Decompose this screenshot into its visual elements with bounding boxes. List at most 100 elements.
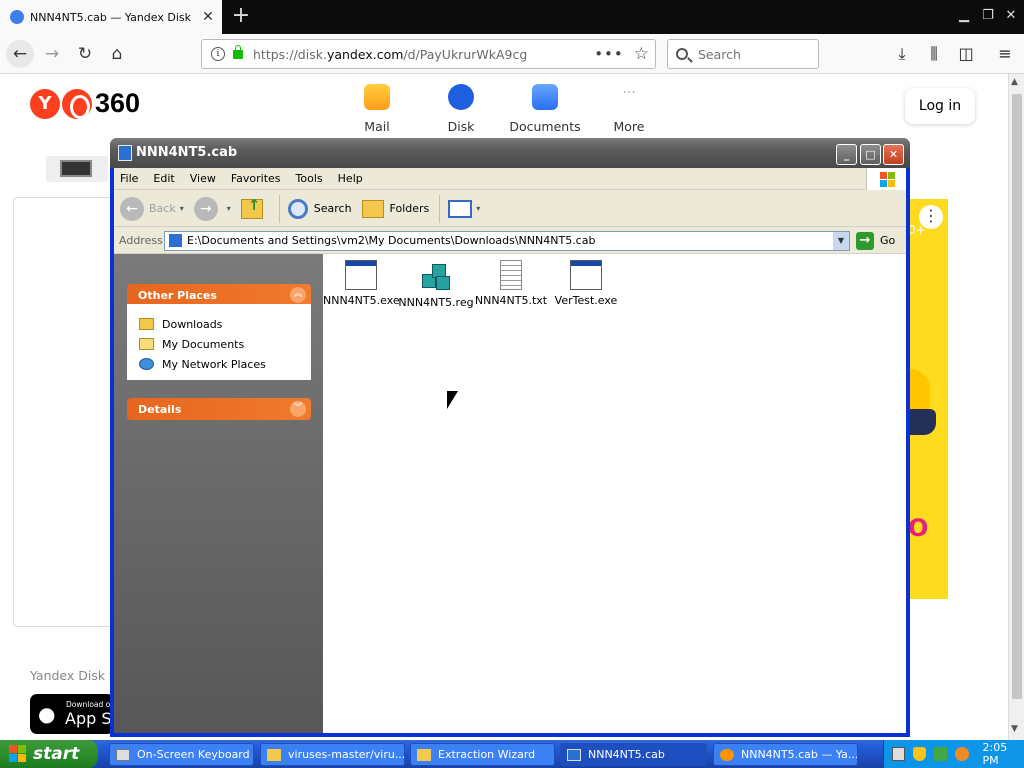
keyboard-icon xyxy=(116,748,130,761)
search-icon xyxy=(676,48,688,60)
address-label: Address xyxy=(119,234,163,247)
folder-up-icon xyxy=(240,196,263,219)
explorer-minimize-button[interactable]: _ xyxy=(836,144,857,165)
service-more[interactable]: ··· More xyxy=(589,84,669,134)
url-bar[interactable]: i https://disk.yandex.com/d/PayUkrurWkA9… xyxy=(201,39,656,69)
search-button[interactable]: Search xyxy=(287,198,352,219)
expand-chevron-icon[interactable]: ︾ xyxy=(290,401,306,417)
scroll-up-icon[interactable]: ▲ xyxy=(1011,77,1018,87)
my-documents-icon xyxy=(139,338,154,350)
search-input[interactable]: Search xyxy=(667,39,819,69)
other-places-header[interactable]: Other Places ︽ xyxy=(127,284,311,306)
views-button[interactable]: ▾ xyxy=(448,199,480,218)
security-shield-icon[interactable] xyxy=(913,747,927,761)
place-my-network-places[interactable]: My Network Places xyxy=(127,354,311,374)
service-documents[interactable]: Documents xyxy=(505,84,585,134)
clock: 2:05 PM xyxy=(982,741,1008,767)
browser-tab[interactable]: NNN4NT5.cab — Yandex Disk ✕ xyxy=(0,0,222,34)
cab-file-icon xyxy=(169,234,182,247)
restore-window-button[interactable]: ❐ xyxy=(977,5,999,27)
minimize-window-button[interactable]: ▁ xyxy=(953,5,975,27)
folder-icon xyxy=(417,748,431,761)
browser-toolbar: ← → ↻ ⌂ i https://disk.yandex.com/d/PayU… xyxy=(0,34,1024,74)
site-info-icon[interactable]: i xyxy=(211,47,225,61)
file-list-area[interactable]: NNN4NT5.exe NNN4NT5.reg NNN4NT5.txt VerT… xyxy=(323,254,906,733)
more-dots-icon: ··· xyxy=(622,85,636,101)
logo-text: 360 xyxy=(95,88,141,118)
forward-button[interactable]: → ▾ xyxy=(193,196,231,221)
home-button[interactable]: ⌂ xyxy=(103,40,131,68)
file-item[interactable]: VerTest.exe xyxy=(548,260,624,307)
yandex-360-logo[interactable]: Y 360 xyxy=(30,88,140,119)
up-folder-button[interactable] xyxy=(240,196,269,219)
menu-icon[interactable]: ≡ xyxy=(993,42,1017,66)
keyboard-tray-icon[interactable] xyxy=(892,747,906,761)
downloads-icon[interactable]: ⤓ xyxy=(890,42,914,66)
documents-icon xyxy=(532,84,558,110)
new-tab-button[interactable]: + xyxy=(228,4,254,30)
task-extraction-wizard[interactable]: Extraction Wizard xyxy=(410,743,555,766)
collapse-chevron-icon[interactable]: ︽ xyxy=(290,287,306,303)
search-magnifier-icon xyxy=(287,198,308,219)
task-pane: Other Places ︽ Downloads My Documents My… xyxy=(114,254,323,733)
close-tab-icon[interactable]: ✕ xyxy=(198,9,218,25)
close-window-button[interactable]: ✕ xyxy=(1000,5,1022,27)
folder-icon xyxy=(139,318,154,330)
address-value[interactable]: E:\Documents and Settings\vm2\My Documen… xyxy=(187,234,833,247)
bookmark-star-icon[interactable]: ☆ xyxy=(634,44,649,64)
go-button[interactable]: → Go xyxy=(856,231,895,250)
menu-tools[interactable]: Tools xyxy=(296,172,323,185)
explorer-maximize-button[interactable]: □ xyxy=(860,144,881,165)
folders-button[interactable]: Folders xyxy=(361,199,429,218)
explorer-close-button[interactable]: ✕ xyxy=(883,144,904,165)
lock-icon xyxy=(233,44,243,59)
sidebar-icon[interactable]: ◫ xyxy=(954,42,978,66)
task-nnn4nt5-cab[interactable]: NNN4NT5.cab xyxy=(560,743,707,766)
search-tray-icon[interactable] xyxy=(955,747,969,761)
start-button[interactable]: start xyxy=(0,740,98,768)
cab-file-icon xyxy=(567,748,581,761)
address-dropdown-icon[interactable]: ▼ xyxy=(833,231,849,250)
yandex-disk-favicon-icon xyxy=(10,10,24,24)
task-viruses-folder[interactable]: viruses-master/viru... xyxy=(260,743,405,766)
place-my-documents[interactable]: My Documents xyxy=(127,334,311,354)
app-store-badge[interactable]: ● Download o App S xyxy=(30,694,114,734)
system-tray: 2:05 PM xyxy=(883,740,1024,768)
promo-banner[interactable]: ⋮ 0+ O xyxy=(908,199,948,599)
task-firefox[interactable]: NNN4NT5.cab — Ya... xyxy=(713,743,858,766)
forward-arrow-icon: → xyxy=(193,196,218,221)
menu-view[interactable]: View xyxy=(190,172,216,185)
forward-button[interactable]: → xyxy=(38,40,66,68)
file-item[interactable]: NNN4NT5.txt xyxy=(473,260,549,307)
explorer-window: NNN4NT5.cab _ □ ✕ File Edit View Favorit… xyxy=(110,138,910,737)
menu-help[interactable]: Help xyxy=(338,172,363,185)
scrollbar-thumb[interactable] xyxy=(1012,94,1022,699)
page-scrollbar[interactable]: ▲ ▼ xyxy=(1008,74,1024,740)
address-input[interactable]: E:\Documents and Settings\vm2\My Documen… xyxy=(164,230,850,251)
back-button[interactable]: ← xyxy=(6,40,34,68)
dropdown-arrow-icon[interactable]: ▾ xyxy=(227,204,231,213)
network-tray-icon[interactable] xyxy=(934,747,948,761)
dropdown-arrow-icon[interactable]: ▾ xyxy=(180,204,184,213)
menu-edit[interactable]: Edit xyxy=(153,172,174,185)
file-item[interactable]: NNN4NT5.reg xyxy=(398,260,474,309)
explorer-title-bar[interactable]: NNN4NT5.cab _ □ ✕ xyxy=(110,138,910,168)
other-places-list: Downloads My Documents My Network Places xyxy=(127,304,311,380)
service-mail[interactable]: Mail xyxy=(337,84,417,134)
file-preview-thumbnail[interactable] xyxy=(46,156,108,182)
reload-button[interactable]: ↻ xyxy=(71,40,99,68)
scroll-down-icon[interactable]: ▼ xyxy=(1011,724,1018,734)
back-button[interactable]: ← Back ▾ xyxy=(120,196,184,221)
login-button[interactable]: Log in xyxy=(905,88,975,124)
place-downloads[interactable]: Downloads xyxy=(127,314,311,334)
library-icon[interactable]: ⫼ xyxy=(922,42,946,66)
file-item[interactable]: NNN4NT5.exe xyxy=(323,260,400,307)
yandex-360-ring-icon xyxy=(62,88,92,119)
task-on-screen-keyboard[interactable]: On-Screen Keyboard xyxy=(109,743,254,766)
url-text[interactable]: https://disk.yandex.com/d/PayUkrurWkA9cg xyxy=(253,47,594,62)
details-header[interactable]: Details ︾ xyxy=(127,398,311,420)
service-disk[interactable]: Disk xyxy=(421,84,501,134)
menu-file[interactable]: File xyxy=(120,172,138,185)
menu-favorites[interactable]: Favorites xyxy=(231,172,281,185)
page-actions-icon[interactable]: ••• xyxy=(594,45,624,63)
